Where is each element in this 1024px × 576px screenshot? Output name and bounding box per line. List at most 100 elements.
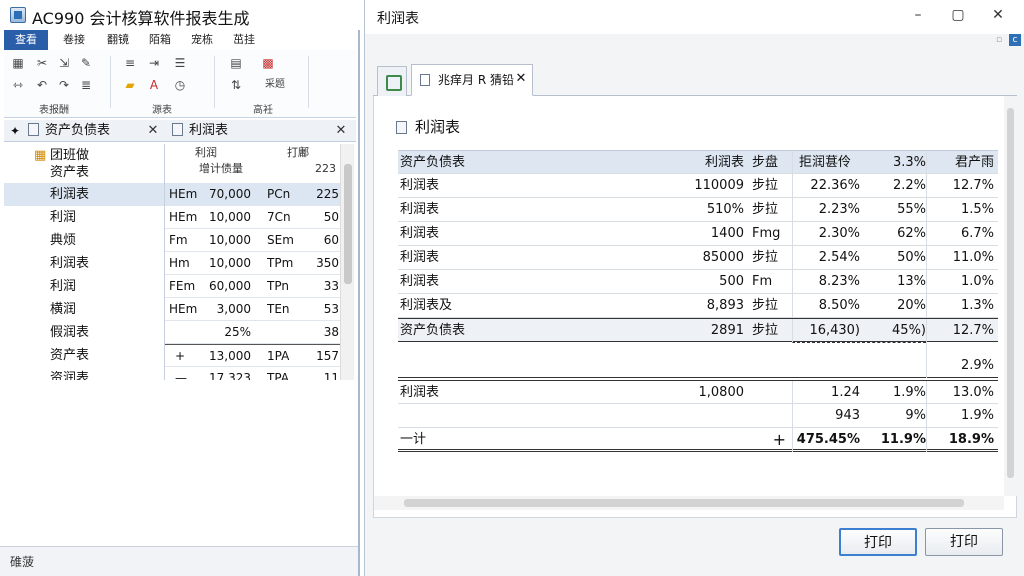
- menu-item-3[interactable]: 翻镜: [98, 30, 138, 50]
- table-cell: 2.30%: [792, 222, 860, 246]
- tree-item[interactable]: 利润表: [4, 252, 164, 275]
- font-color-icon[interactable]: A: [146, 78, 162, 92]
- grid-row[interactable]: + 13,000 1PA 157: [165, 344, 354, 367]
- scroll-thumb[interactable]: [1007, 108, 1014, 478]
- menu-item-4[interactable]: 陌箱: [140, 30, 180, 50]
- table-row[interactable]: 利润表 110009 步拉 22.36% 2.2% 12.7%: [398, 174, 998, 198]
- grid-row[interactable]: 25% 38: [165, 321, 354, 344]
- grid-row[interactable]: FEm 60,000 TPn 33: [165, 275, 354, 298]
- grid-row[interactable]: HEm 70,000 PCn 225: [165, 183, 354, 206]
- align-icon[interactable]: ≡: [122, 56, 138, 70]
- menu-item-2[interactable]: 卷接: [54, 30, 94, 50]
- table-cell: 2.2%: [892, 178, 926, 193]
- table-row[interactable]: 2.9%: [398, 342, 998, 378]
- tree-item[interactable]: 利润: [4, 206, 164, 229]
- refresh-icon[interactable]: [377, 66, 407, 96]
- subtotal-row[interactable]: 资产负债表 2891 步拉 16,430) 45%) 12.7%: [398, 318, 998, 343]
- lines-icon[interactable]: ☰: [172, 56, 188, 70]
- indent-icon[interactable]: ⇥: [146, 56, 162, 70]
- scroll-thumb[interactable]: [404, 499, 964, 507]
- table-cell: 12.7%: [926, 319, 994, 343]
- grid-cell: 7Cn: [267, 210, 291, 224]
- table-cell: 1400: [710, 226, 744, 241]
- tree-item[interactable]: 资润表: [4, 367, 164, 380]
- grid-row[interactable]: Fm 10,000 SEm 60: [165, 229, 354, 252]
- grid-row[interactable]: HEm 10,000 7Cn 50: [165, 206, 354, 229]
- ribbon-group-3: ▤ ▩ ⇅ 采题 高衽: [220, 52, 306, 116]
- table-cell: 1.24: [792, 381, 860, 405]
- maximize-icon[interactable]: ▢: [943, 4, 973, 26]
- tree-item[interactable]: 假润表: [4, 321, 164, 344]
- grid-cell: —: [175, 371, 187, 380]
- grid-subheader: 增计债量: [199, 162, 243, 175]
- tree-item[interactable]: 资产表: [4, 161, 164, 184]
- table-cell: 2891: [710, 323, 744, 338]
- table-cell: 步拉: [752, 250, 779, 265]
- table-cell: 20%: [897, 298, 926, 313]
- tree-item[interactable]: 典烦: [4, 229, 164, 252]
- tree-item[interactable]: 利润表: [4, 183, 164, 206]
- table-row[interactable]: 利润表 85000 步拉 2.54% 50% 11.0%: [398, 246, 998, 270]
- total-row[interactable]: 一计 + 475.45% 11.9% 18.9%: [398, 428, 998, 452]
- minimize-icon[interactable]: –: [903, 4, 933, 26]
- grid-scrollbar[interactable]: [340, 144, 354, 380]
- scroll-thumb[interactable]: [344, 164, 352, 284]
- tree-item[interactable]: 利润: [4, 275, 164, 298]
- table-icon[interactable]: ▤: [228, 56, 244, 70]
- report-horizontal-scrollbar[interactable]: [374, 496, 1004, 510]
- table-row[interactable]: 943 9% 1.9%: [398, 404, 998, 428]
- ribbon-group-2-label: 源表: [152, 105, 172, 116]
- close-icon[interactable]: ✕: [146, 122, 160, 140]
- close-icon[interactable]: ✕: [983, 4, 1013, 26]
- table-cell: Fm: [752, 274, 773, 289]
- close-doc-icon[interactable]: c: [1009, 34, 1021, 46]
- tree-item[interactable]: 横润: [4, 298, 164, 321]
- grid-pane-title: 利润表: [172, 120, 228, 142]
- grid-row[interactable]: Hm 10,000 TPm 350: [165, 252, 354, 275]
- menu-item-5[interactable]: 宠栋: [182, 30, 222, 50]
- grid-row[interactable]: — 17,323 TPA 11: [165, 367, 354, 380]
- print-button-secondary[interactable]: 打印: [925, 528, 1003, 556]
- format-icon[interactable]: ✎: [78, 56, 94, 70]
- undo-icon[interactable]: ↶: [34, 78, 50, 92]
- status-text: 碓菠: [10, 555, 35, 569]
- clock-icon[interactable]: ◷: [172, 78, 188, 92]
- tree-item[interactable]: 资产表: [4, 344, 164, 367]
- table-cell: 85000: [702, 250, 744, 265]
- arrow-icon[interactable]: ⇲: [56, 56, 72, 70]
- table-cell: 45%): [862, 319, 926, 343]
- restore-icon[interactable]: ▫: [993, 34, 1005, 46]
- table-row[interactable]: 利润表 1400 Fmg 2.30% 62% 6.7%: [398, 222, 998, 246]
- table-row[interactable]: 利润表 500 Fm 8.23% 13% 1.0%: [398, 270, 998, 294]
- left-title-bar: AC990 会计核算软件报表生成: [0, 0, 360, 30]
- cut-icon[interactable]: ✂: [34, 56, 50, 70]
- table-row[interactable]: 利润表 1,0800 1.24 1.9% 13.0%: [398, 380, 998, 405]
- report-vertical-scrollbar[interactable]: [1004, 96, 1017, 496]
- menu-item-6[interactable]: 茁挂: [224, 30, 264, 50]
- pin-icon[interactable]: ✦: [10, 120, 22, 142]
- paste-icon[interactable]: ▦: [10, 56, 26, 70]
- list-icon[interactable]: ≣: [78, 78, 94, 92]
- status-bar: 碓菠: [0, 546, 358, 576]
- extra-button[interactable]: 采题: [260, 78, 290, 92]
- tab-close-icon[interactable]: ✕: [513, 70, 529, 88]
- table-cell: 2.54%: [792, 246, 860, 270]
- table-cell: 步拉: [752, 178, 779, 193]
- table-row[interactable]: 利润表及 8,893 步拉 8.50% 20% 1.3%: [398, 294, 998, 318]
- document-icon: [172, 123, 183, 136]
- grid-row[interactable]: HEm 3,000 TEn 53: [165, 298, 354, 321]
- print-button[interactable]: 打印: [839, 528, 917, 556]
- grid-cell: 50: [323, 210, 339, 224]
- menu-view[interactable]: 查看: [4, 30, 48, 50]
- redo-icon[interactable]: ↷: [56, 78, 72, 92]
- right-title-bar: 利润表 – ▢ ✕ ▫ c: [365, 0, 1024, 46]
- table-cell: 500: [719, 274, 744, 289]
- app-title: AC990 会计核算软件报表生成: [32, 9, 250, 28]
- close-icon[interactable]: ✕: [334, 122, 348, 140]
- grid-cell: 10,000: [209, 233, 251, 247]
- sort-icon[interactable]: ⇅: [228, 78, 244, 92]
- chart-icon[interactable]: ▩: [260, 56, 276, 70]
- highlight-icon[interactable]: ▰: [122, 78, 138, 92]
- link-icon[interactable]: ⇿: [10, 78, 26, 92]
- table-row[interactable]: 利润表 510% 步拉 2.23% 55% 1.5%: [398, 198, 998, 222]
